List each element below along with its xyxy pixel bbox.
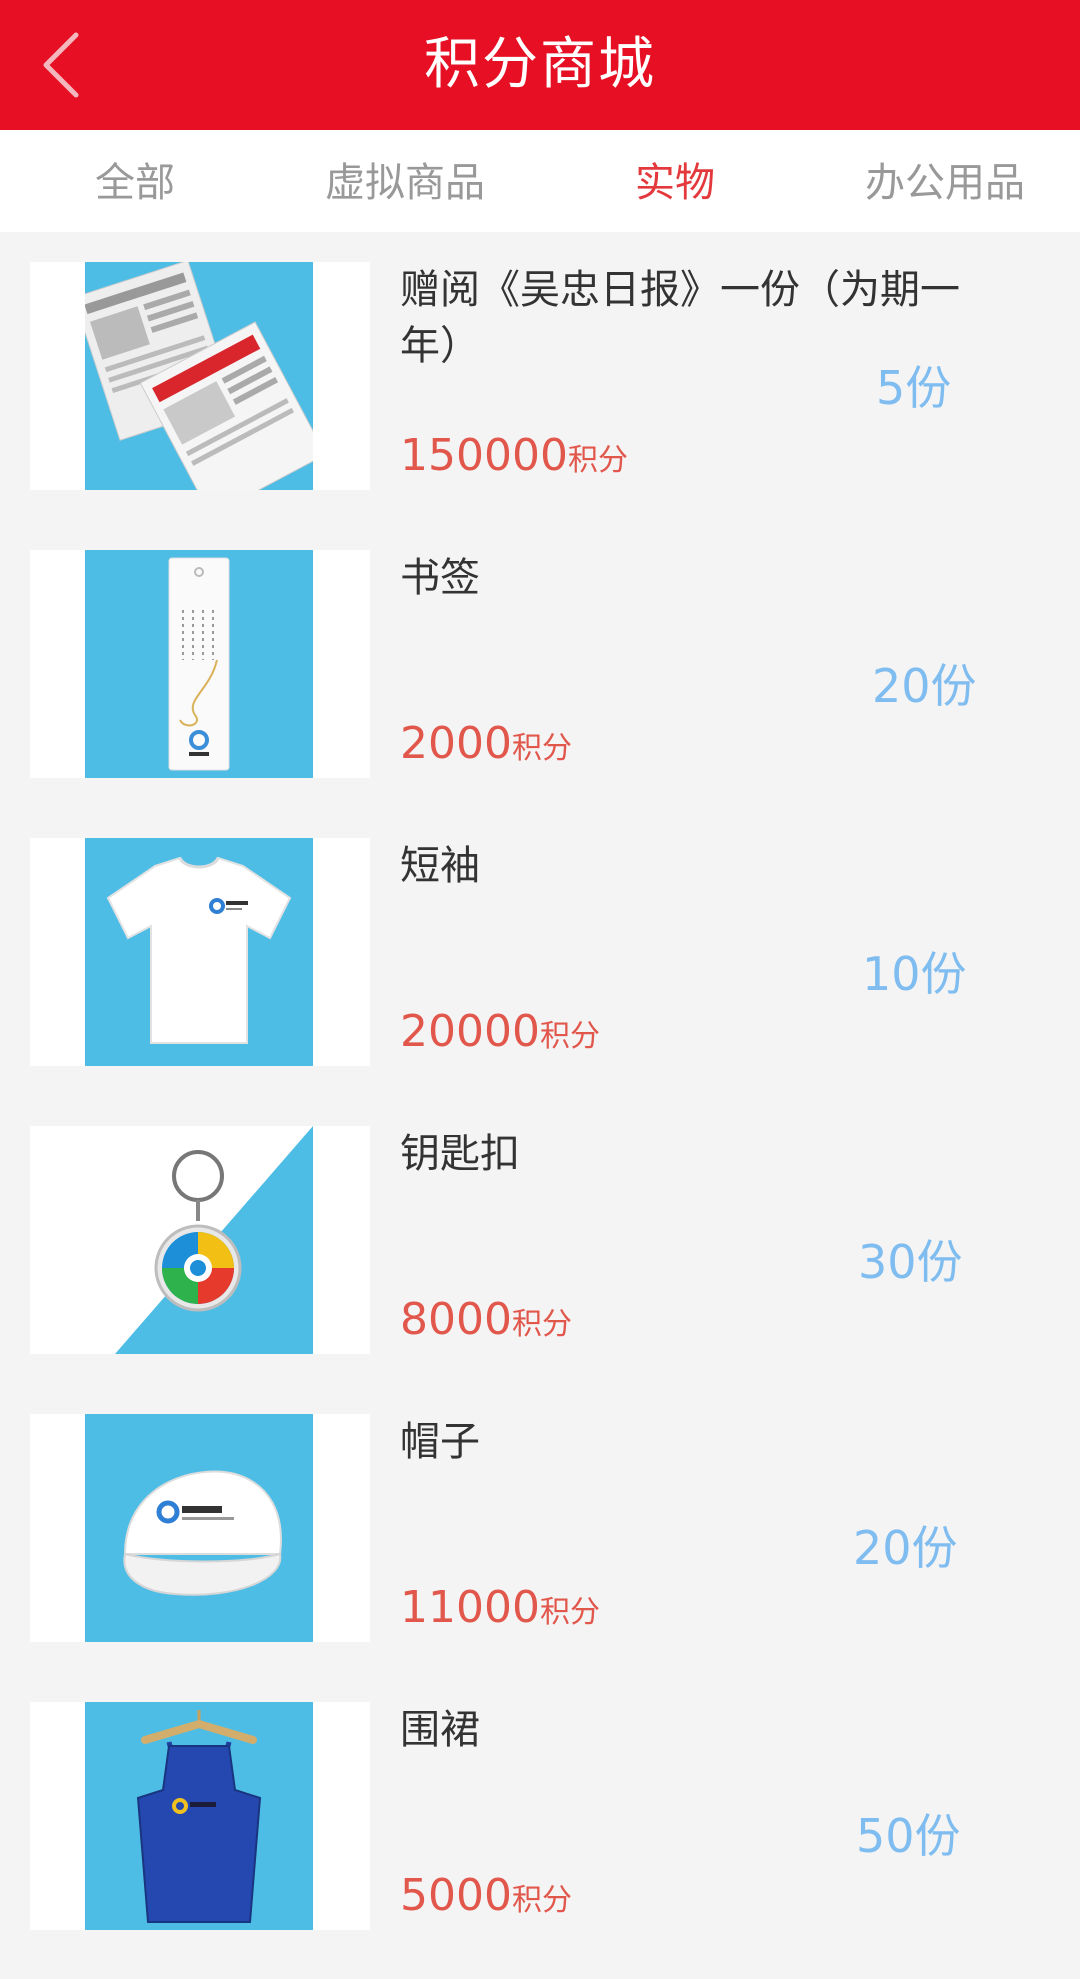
price-unit: 积分 xyxy=(511,731,572,766)
product-name: 帽子 xyxy=(400,1419,480,1465)
product-thumbnail-card xyxy=(30,550,370,778)
price-value: 150000 xyxy=(400,430,568,481)
product-item[interactable]: 短袖 20000积分 10份 xyxy=(0,808,1080,1096)
product-quantity: 30份 xyxy=(858,1235,963,1289)
apron-image xyxy=(85,1702,313,1930)
price-unit: 积分 xyxy=(539,1019,600,1054)
product-price: 8000积分 xyxy=(400,1294,572,1345)
product-name: 钥匙扣 xyxy=(400,1131,520,1177)
price-value: 8000 xyxy=(400,1294,512,1345)
product-name: 围裙 xyxy=(400,1707,480,1753)
product-thumbnail-card xyxy=(30,1414,370,1642)
product-quantity: 50份 xyxy=(856,1809,961,1863)
price-unit: 积分 xyxy=(511,1307,572,1342)
product-item[interactable]: 钥匙扣 8000积分 30份 xyxy=(0,1096,1080,1384)
price-value: 2000 xyxy=(400,718,512,769)
product-quantity: 10份 xyxy=(862,947,967,1001)
product-quantity: 20份 xyxy=(853,1521,958,1575)
product-item[interactable]: 赠阅《吴忠日报》一份（为期一年） 150000积分 5份 xyxy=(0,232,1080,520)
product-thumbnail-card xyxy=(30,838,370,1066)
product-price: 20000积分 xyxy=(400,1006,600,1057)
product-quantity: 5份 xyxy=(876,361,952,415)
product-item[interactable]: 围裙 5000积分 50份 xyxy=(0,1672,1080,1960)
product-thumbnail-card xyxy=(30,1702,370,1930)
price-unit: 积分 xyxy=(539,1595,600,1630)
category-tabs: 全部 虚拟商品 实物 办公用品 xyxy=(0,130,1080,232)
price-value: 11000 xyxy=(400,1582,540,1633)
product-item[interactable]: 书签 2000积分 20份 xyxy=(0,520,1080,808)
tab-office-supplies[interactable]: 办公用品 xyxy=(840,130,1050,232)
bookmark-image xyxy=(85,550,313,778)
product-thumbnail-card xyxy=(30,262,370,490)
price-value: 5000 xyxy=(400,1870,512,1921)
price-unit: 积分 xyxy=(511,1883,572,1918)
page-title: 积分商城 xyxy=(424,32,656,97)
top-bar: 积分商城 xyxy=(0,0,1080,130)
product-quantity: 20份 xyxy=(872,659,977,713)
tab-all[interactable]: 全部 xyxy=(70,130,200,232)
product-item[interactable]: 帽子 11000积分 20份 xyxy=(0,1384,1080,1672)
price-unit: 积分 xyxy=(567,443,628,478)
product-price: 5000积分 xyxy=(400,1870,572,1921)
newspaper-image xyxy=(85,262,313,490)
product-name: 短袖 xyxy=(400,843,480,889)
product-price: 150000积分 xyxy=(400,430,628,481)
keychain-image xyxy=(85,1126,313,1354)
tshirt-image xyxy=(85,838,313,1066)
price-value: 20000 xyxy=(400,1006,540,1057)
product-price: 11000积分 xyxy=(400,1582,600,1633)
cap-image xyxy=(85,1414,313,1642)
product-thumbnail-card xyxy=(30,1126,370,1354)
product-price: 2000积分 xyxy=(400,718,572,769)
product-name: 书签 xyxy=(400,555,480,601)
tab-virtual-goods[interactable]: 虚拟商品 xyxy=(300,130,510,232)
tab-physical-goods[interactable]: 实物 xyxy=(610,130,740,232)
